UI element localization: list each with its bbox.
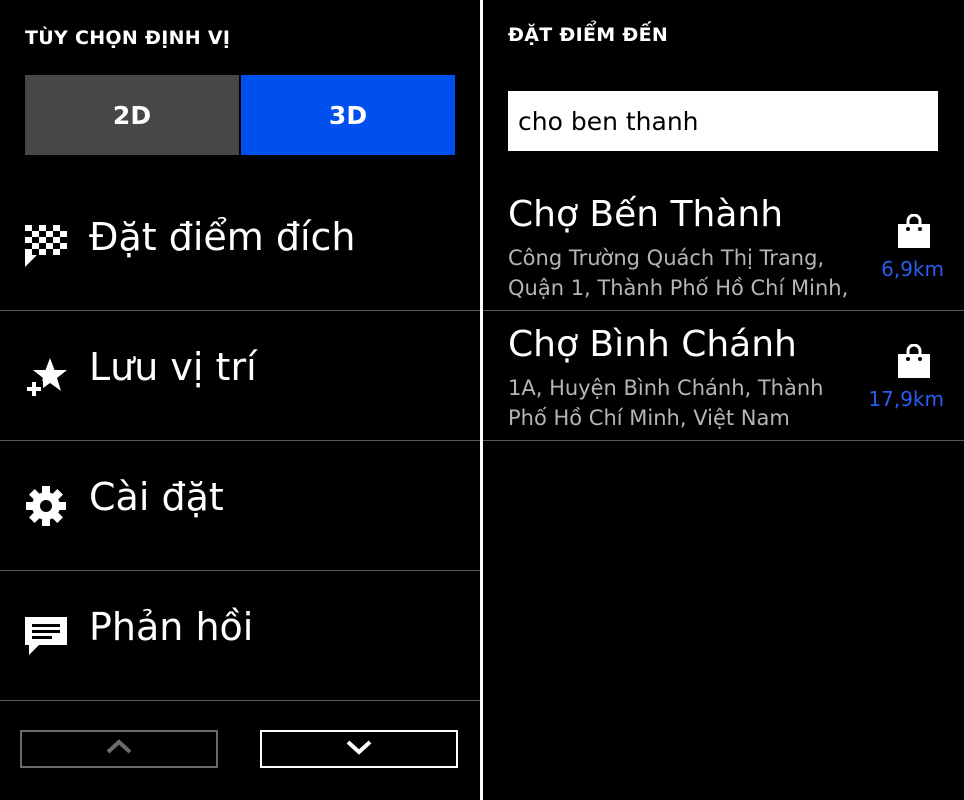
chevron-down-icon	[345, 739, 373, 759]
menu-item-feedback[interactable]: Phản hồi	[0, 571, 480, 701]
view-2d-button[interactable]: 2D	[25, 75, 239, 155]
search-result-item[interactable]: Chợ Bến Thành Công Trường Quách Thị Tran…	[483, 181, 964, 311]
navigation-options-panel: TÙY CHỌN ĐỊNH VỊ 2D 3D Đặt điểm đích Lưu…	[0, 0, 480, 800]
star-add-icon	[25, 355, 67, 397]
menu-item-label: Phản hồi	[89, 605, 254, 649]
result-name: Chợ Bình Chánh	[508, 324, 797, 365]
menu-item-label: Cài đặt	[89, 475, 224, 519]
menu-item-set-destination[interactable]: Đặt điểm đích	[0, 181, 480, 311]
gear-icon	[25, 485, 67, 527]
view-3d-button[interactable]: 3D	[241, 75, 455, 155]
menu-item-save-location[interactable]: Lưu vị trí	[0, 311, 480, 441]
scroll-up-button[interactable]	[20, 730, 218, 768]
set-destination-panel: ĐẶT ĐIỂM ĐẾN Chợ Bến Thành Công Trường Q…	[483, 0, 964, 800]
set-destination-title: ĐẶT ĐIỂM ĐẾN	[508, 24, 669, 46]
navigation-options-title: TÙY CHỌN ĐỊNH VỊ	[25, 27, 231, 49]
menu-item-label: Lưu vị trí	[89, 345, 257, 389]
shopping-bag-icon	[898, 343, 930, 378]
menu-item-settings[interactable]: Cài đặt	[0, 441, 480, 571]
checkered-flag-icon	[25, 225, 67, 267]
scroll-down-button[interactable]	[260, 730, 458, 768]
result-distance: 17,9km	[868, 387, 944, 411]
menu-item-label: Đặt điểm đích	[89, 215, 356, 259]
chat-bubble-icon	[25, 615, 67, 657]
result-name: Chợ Bến Thành	[508, 194, 784, 235]
search-result-item[interactable]: Chợ Bình Chánh 1A, Huyện Bình Chánh, Thà…	[483, 311, 964, 441]
shopping-bag-icon	[898, 213, 930, 248]
result-address: 1A, Huyện Bình Chánh, Thành Phố Hồ Chí M…	[508, 376, 824, 430]
result-distance: 6,9km	[881, 257, 944, 281]
chevron-up-icon	[105, 739, 133, 759]
destination-search-input[interactable]	[508, 91, 938, 151]
result-address: Công Trường Quách Thị Trang, Quận 1, Thà…	[508, 246, 849, 300]
